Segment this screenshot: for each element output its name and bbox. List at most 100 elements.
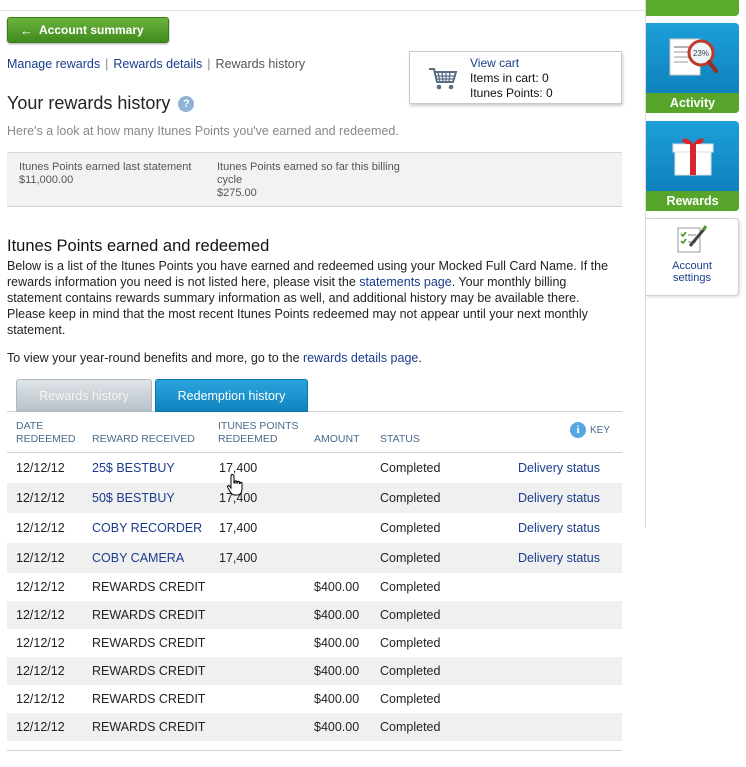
page-intro: Here's a look at how many Itunes Points … <box>7 124 399 138</box>
section-description: Below is a list of the Itunes Points you… <box>7 258 617 338</box>
cart-info: View cart Items in cart: 0 Itunes Points… <box>470 56 553 101</box>
tab-rewards-history[interactable]: Rewards history <box>16 379 152 412</box>
cell-reward[interactable]: COBY RECORDER <box>92 513 202 543</box>
earned-cycle-label: Itunes Points earned so far this billing… <box>217 161 400 186</box>
cell-points: 17,400 <box>219 521 258 535</box>
cell-reward[interactable]: COBY CAMERA <box>92 543 184 573</box>
benefits-text-1: To view your year-round benefits and mor… <box>7 351 303 365</box>
account-summary-label: Account summary <box>39 23 144 37</box>
cart-points-count: Itunes Points: 0 <box>470 86 553 100</box>
cell-amount: $400.00 <box>314 608 360 622</box>
breadcrumb-rewards-details[interactable]: Rewards details <box>113 57 202 71</box>
header-points-line1: ITUNES POINTS <box>218 420 299 432</box>
redemption-table: 12/12/12 25$ BESTBUY 17,400 Completed Delive… <box>7 453 622 741</box>
right-sidebar: 23% Activity Rewards Account settings <box>645 0 746 528</box>
table-row: 12/12/12 REWARDS CREDIT $400.00 Completed <box>7 657 622 685</box>
breadcrumb: Manage rewards | Rewards details | Rewards h… <box>7 57 305 71</box>
delivery-status-link[interactable]: Delivery status <box>518 513 600 543</box>
statements-page-link[interactable]: statements page <box>359 275 451 289</box>
table-row: 12/12/12 REWARDS CREDIT $400.00 Completed <box>7 713 622 741</box>
account-summary-button[interactable]: ← Account summary <box>7 17 169 43</box>
cell-status: Completed <box>380 461 441 475</box>
cell-date: 12/12/12 <box>16 580 65 594</box>
section-title: Itunes Points earned and redeemed <box>7 237 270 255</box>
shopping-cart-icon <box>428 66 458 95</box>
cell-date: 12/12/12 <box>16 692 65 706</box>
delivery-status-link[interactable]: Delivery status <box>518 453 600 483</box>
cell-date: 12/12/12 <box>16 461 65 475</box>
table-row: 12/12/12 50$ BESTBUY 17,400 Completed Delive… <box>7 483 622 513</box>
sidebar-item-activity[interactable]: 23% Activity <box>646 23 739 113</box>
settings-label-line2: settings <box>673 272 711 284</box>
benefits-text: To view your year-round benefits and mor… <box>7 350 617 366</box>
benefits-text-2: . <box>418 351 422 365</box>
cell-reward: REWARDS CREDIT <box>92 636 206 650</box>
cell-amount: $400.00 <box>314 636 360 650</box>
table-row: 12/12/12 REWARDS CREDIT $400.00 Completed <box>7 685 622 713</box>
table-row: 12/12/12 REWARDS CREDIT $400.00 Completed <box>7 629 622 657</box>
cart-items-count: Items in cart: 0 <box>470 71 549 85</box>
page-title-text: Your rewards history <box>7 93 171 113</box>
cell-amount: $400.00 <box>314 664 360 678</box>
header-status: STATUS <box>380 433 420 445</box>
sidebar-settings-label: Account settings <box>646 260 738 284</box>
arrow-left-icon: ← <box>20 22 33 38</box>
earned-cycle-value: $275.00 <box>217 187 257 199</box>
question-mark-icon[interactable]: ? <box>178 95 195 112</box>
breadcrumb-rewards-history: Rewards history <box>215 57 306 71</box>
cell-reward: REWARDS CREDIT <box>92 608 206 622</box>
cell-status: Completed <box>380 580 441 594</box>
cell-reward: REWARDS CREDIT <box>92 720 206 734</box>
cell-status: Completed <box>380 664 441 678</box>
cell-amount: $400.00 <box>314 580 360 594</box>
page-title: Your rewards history ? <box>7 93 195 114</box>
cart-widget[interactable]: View cart Items in cart: 0 Itunes Points… <box>409 51 622 104</box>
key-label: KEY <box>589 424 610 436</box>
table-row: 12/12/12 REWARDS CREDIT $400.00 Completed <box>7 601 622 629</box>
header-points-line2: REDEEMED <box>218 433 278 445</box>
table-row: 12/12/12 REWARDS CREDIT $400.00 Completed <box>7 573 622 601</box>
cell-status: Completed <box>380 551 441 565</box>
points-summary: Itunes Points earned last statement $11,… <box>7 152 622 207</box>
cell-status: Completed <box>380 692 441 706</box>
table-row: 12/12/12 COBY CAMERA 17,400 Completed Delive… <box>7 543 622 573</box>
cell-date: 12/12/12 <box>16 636 65 650</box>
header-points: ITUNES POINTS REDEEMED <box>218 420 299 446</box>
cell-reward[interactable]: 50$ BESTBUY <box>92 483 175 513</box>
cell-status: Completed <box>380 636 441 650</box>
sidebar-top-tile[interactable] <box>646 0 739 16</box>
cell-status: Completed <box>380 720 441 734</box>
cell-status: Completed <box>380 491 441 505</box>
header-date-line2: REDEEMED <box>16 433 76 445</box>
breadcrumb-manage-rewards[interactable]: Manage rewards <box>7 57 100 71</box>
breadcrumb-separator: | <box>105 57 109 71</box>
checklist-pencil-icon <box>676 224 708 257</box>
top-divider <box>0 10 645 11</box>
sidebar-item-account-settings[interactable]: Account settings <box>646 218 739 296</box>
rewards-details-page-link[interactable]: rewards details page <box>303 351 418 365</box>
header-amount: AMOUNT <box>314 433 360 445</box>
cell-amount: $400.00 <box>314 692 360 706</box>
key-legend[interactable]: i KEY <box>569 422 610 438</box>
tab-redemption-history[interactable]: Redemption history <box>155 379 308 412</box>
magnifier-statement-icon: 23% <box>668 35 718 84</box>
gift-icon <box>672 133 714 180</box>
delivery-status-link[interactable]: Delivery status <box>518 483 600 513</box>
breadcrumb-separator: | <box>207 57 211 71</box>
table-bottom-divider <box>7 750 622 751</box>
sidebar-item-rewards[interactable]: Rewards <box>646 121 739 211</box>
delivery-status-link[interactable]: Delivery status <box>518 543 600 573</box>
table-row: 12/12/12 25$ BESTBUY 17,400 Completed Delive… <box>7 453 622 483</box>
cell-date: 12/12/12 <box>16 720 65 734</box>
hand-pointer-icon <box>226 473 246 500</box>
cell-status: Completed <box>380 608 441 622</box>
history-tabs: Rewards history Redemption history <box>7 378 622 412</box>
cell-date: 12/12/12 <box>16 491 65 505</box>
header-date: DATE REDEEMED <box>16 420 76 446</box>
info-icon: i <box>569 422 586 438</box>
earned-last-statement: Itunes Points earned last statement $11,… <box>19 161 209 187</box>
view-cart-link[interactable]: View cart <box>470 56 553 71</box>
cell-reward[interactable]: 25$ BESTBUY <box>92 453 175 483</box>
header-reward: REWARD RECEIVED <box>92 433 195 445</box>
header-date-line1: DATE <box>16 420 44 432</box>
